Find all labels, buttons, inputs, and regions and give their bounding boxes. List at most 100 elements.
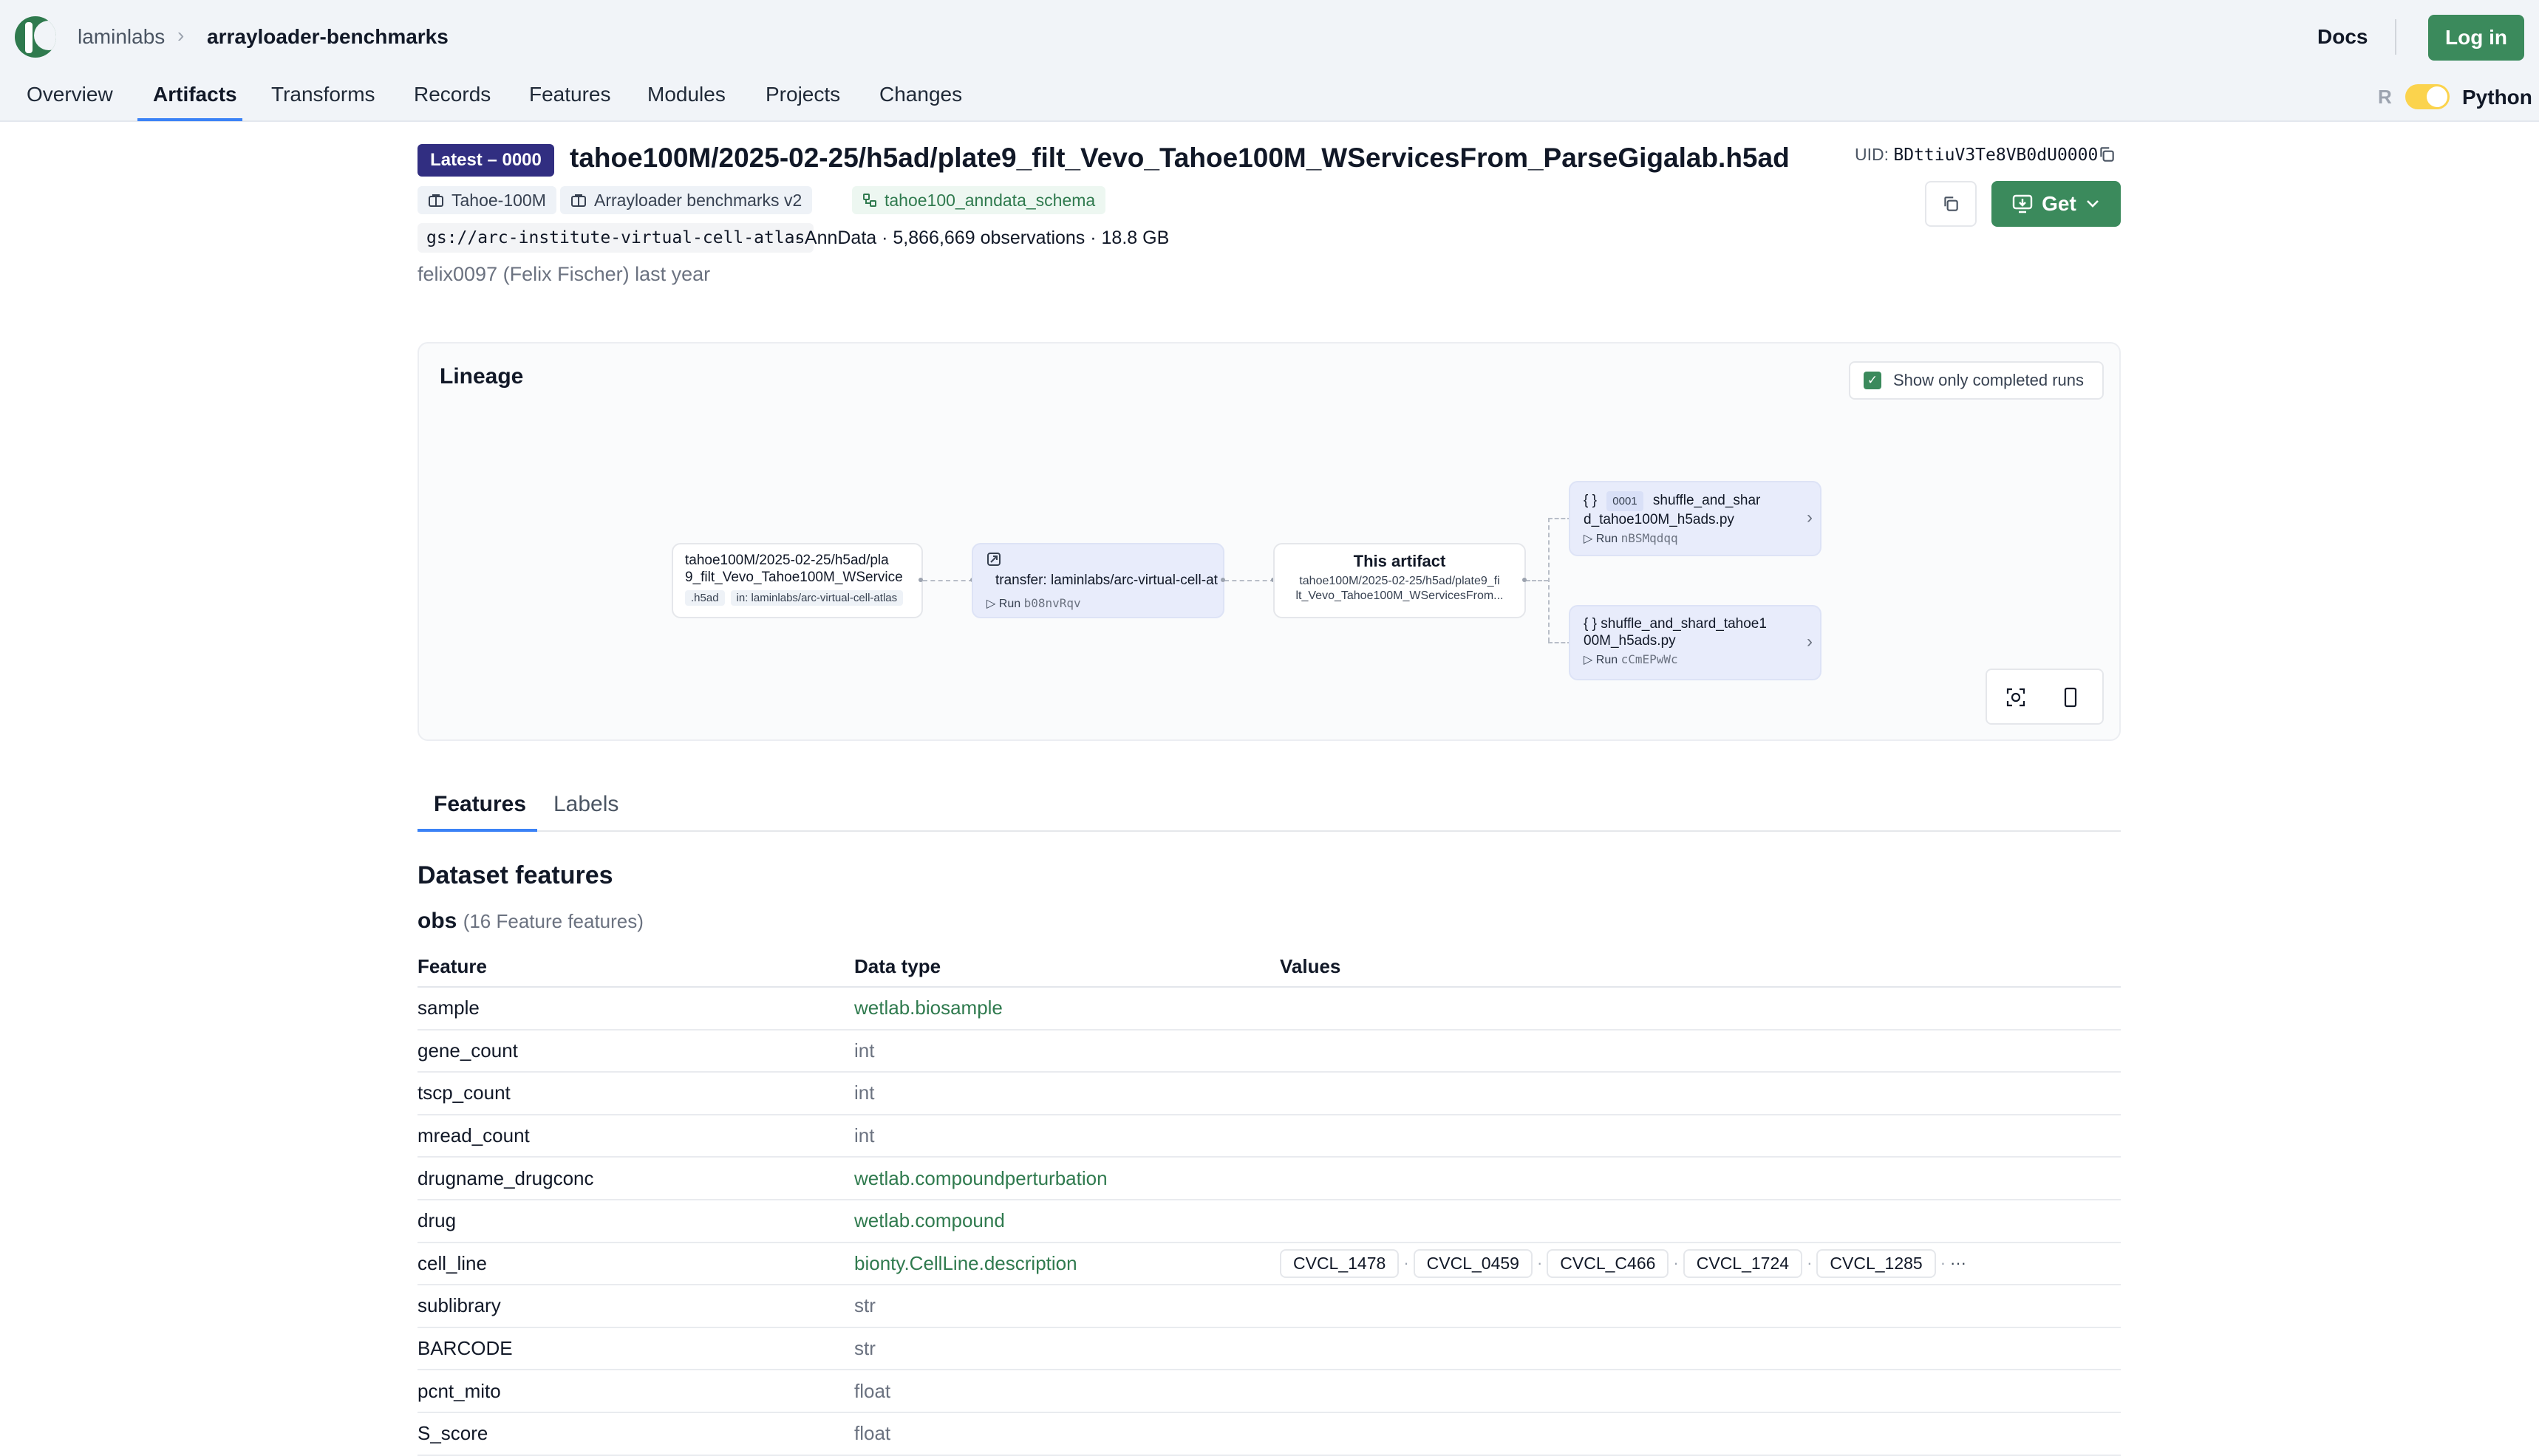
feature-name[interactable]: drug	[418, 1200, 456, 1242]
nav-changes[interactable]: Changes	[879, 83, 962, 106]
nav-transforms[interactable]: Transforms	[271, 83, 375, 106]
feature-name[interactable]: cell_line	[418, 1243, 487, 1285]
chevron-right-icon[interactable]: ›	[1807, 632, 1813, 652]
lineage-title: Lineage	[440, 364, 524, 389]
get-button[interactable]: Get	[1991, 181, 2121, 227]
nav-artifacts[interactable]: Artifacts	[153, 83, 237, 106]
nav-records[interactable]: Records	[414, 83, 491, 106]
column-header-dtype[interactable]: Data type	[854, 947, 941, 986]
storage-path[interactable]: gs://arc-institute-virtual-cell-atlas	[418, 223, 814, 253]
feature-dtype: int	[854, 1081, 875, 1104]
run-id: cCmEPwWc	[1620, 652, 1678, 666]
edge-dot	[1221, 578, 1225, 582]
table-row[interactable]: drug wetlab.compound	[418, 1200, 2121, 1243]
breadcrumb-org[interactable]: laminlabs	[78, 25, 165, 49]
feature-dtype: str	[854, 1337, 876, 1360]
transfer-label: transfer: laminlabs/arc-virtual-cell-at	[995, 573, 1218, 588]
feature-dtype: int	[854, 1124, 875, 1147]
feature-dtype[interactable]: wetlab.biosample	[854, 988, 1003, 1029]
feature-dtype: int	[854, 1039, 875, 1062]
lineage-node-this-artifact[interactable]: This artifact tahoe100M/2025-02-25/h5ad/…	[1273, 543, 1526, 618]
breadcrumb-repo[interactable]: arrayloader-benchmarks	[207, 25, 449, 49]
table-row[interactable]: pcnt_mito float	[418, 1370, 2121, 1413]
breadcrumb-chevron-icon: ›	[177, 24, 185, 47]
value-chip[interactable]: CVCL_C466	[1547, 1248, 1669, 1278]
nav-projects[interactable]: Projects	[766, 83, 840, 106]
feature-name[interactable]: sample	[418, 988, 480, 1029]
feature-dtype[interactable]: wetlab.compoundperturbation	[854, 1158, 1108, 1199]
feature-name[interactable]: S_score	[418, 1413, 488, 1455]
feature-values: CVCL_1478 · CVCL_0459 · CVCL_C466 · CVCL_1724 ·…	[1280, 1243, 1966, 1285]
table-row[interactable]: sublibrary str	[418, 1285, 2121, 1328]
features-table: Feature Data type Values sample wetlab.bi…	[418, 947, 2121, 1456]
table-row[interactable]: BARCODE str	[418, 1328, 2121, 1371]
value-chip[interactable]: CVCL_1478	[1280, 1248, 1400, 1278]
feature-name[interactable]: pcnt_mito	[418, 1370, 501, 1412]
version-badge[interactable]: Latest – 0000	[418, 144, 554, 177]
node-line: { } 0001 shuffle_and_shar	[1584, 491, 1807, 511]
column-header-feature[interactable]: Feature	[418, 947, 487, 986]
slot-note: (16 Feature features)	[463, 910, 644, 932]
table-row[interactable]: cell_line bionty.CellLine.description CVCL…	[418, 1243, 2121, 1286]
checkbox-checked-icon[interactable]: ✓	[1864, 372, 1881, 389]
tag-schema[interactable]: tahoe100_anndata_schema	[852, 186, 1106, 214]
value-chip[interactable]: CVCL_1285	[1816, 1248, 1936, 1278]
layout-toggle-icon[interactable]	[2058, 685, 2083, 710]
table-row[interactable]: tscp_count int	[418, 1073, 2121, 1115]
value-chip[interactable]: CVCL_0459	[1413, 1248, 1533, 1278]
copy-uid-icon[interactable]	[2097, 145, 2116, 164]
feature-name[interactable]: drugname_drugconc	[418, 1158, 594, 1199]
tag-label: tahoe100_anndata_schema	[885, 190, 1096, 210]
nav-modules[interactable]: Modules	[647, 83, 726, 106]
copy-button[interactable]	[1925, 181, 1977, 227]
language-toggle[interactable]	[2405, 84, 2450, 109]
language-python-label[interactable]: Python	[2462, 86, 2532, 109]
play-icon: ▷	[1584, 533, 1593, 545]
play-icon: ▷	[986, 598, 996, 610]
chevron-right-icon[interactable]: ›	[1807, 507, 1813, 528]
lineage-controls	[1986, 669, 2104, 725]
lineage-edge	[1526, 580, 1548, 581]
feature-dtype[interactable]: bionty.CellLine.description	[854, 1243, 1077, 1285]
feature-name[interactable]: BARCODE	[418, 1328, 513, 1370]
tag-project-tahoe[interactable]: Tahoe-100M	[418, 186, 556, 214]
lineage-node-input-artifact[interactable]: tahoe100M/2025-02-25/h5ad/pla 9_filt_Vev…	[672, 543, 923, 618]
table-row[interactable]: sample wetlab.biosample	[418, 988, 2121, 1031]
table-row[interactable]: gene_count int	[418, 1031, 2121, 1073]
language-r-label[interactable]: R	[2378, 86, 2392, 109]
project-icon	[571, 194, 586, 207]
run-label: Run	[1595, 533, 1618, 545]
tag-label: Tahoe-100M	[451, 190, 546, 210]
tab-features[interactable]: Features	[434, 792, 526, 817]
artifact-author[interactable]: felix0097 (Felix Fischer) last year	[418, 263, 710, 286]
fit-view-icon[interactable]	[2003, 685, 2028, 710]
feature-dtype[interactable]: wetlab.compound	[854, 1200, 1005, 1242]
docs-link[interactable]: Docs	[2317, 25, 2368, 49]
lineage-node-output-1[interactable]: { } 0001 shuffle_and_shar d_tahoe100M_h5…	[1569, 481, 1821, 556]
feature-name[interactable]: mread_count	[418, 1115, 530, 1157]
table-row[interactable]: S_score float	[418, 1413, 2121, 1456]
tab-labels[interactable]: Labels	[553, 792, 618, 817]
tag-label: Arrayloader benchmarks v2	[594, 190, 802, 210]
more-values-icon[interactable]: ···	[1950, 1254, 1966, 1273]
lineage-node-output-2[interactable]: { } shuffle_and_shard_tahoe1 00M_h5ads.p…	[1569, 605, 1821, 680]
value-chip[interactable]: CVCL_1724	[1683, 1248, 1803, 1278]
table-row[interactable]: drugname_drugconc wetlab.compoundperturba…	[418, 1158, 2121, 1200]
feature-name[interactable]: sublibrary	[418, 1285, 501, 1327]
login-button[interactable]: Log in	[2428, 15, 2524, 61]
feature-name[interactable]: gene_count	[418, 1031, 518, 1072]
column-header-values[interactable]: Values	[1280, 947, 1340, 986]
run-line: ▷ Run nBSMqdqq	[1584, 531, 1807, 546]
table-row[interactable]: mread_count int	[418, 1115, 2121, 1158]
nav-features[interactable]: Features	[529, 83, 611, 106]
nav-overview[interactable]: Overview	[27, 83, 113, 106]
completed-runs-toggle[interactable]: ✓ Show only completed runs	[1849, 361, 2104, 400]
lineage-node-transfer-run[interactable]: transfer: laminlabs/arc-virtual-cell-at …	[972, 543, 1224, 618]
chevron-down-icon	[2086, 200, 2099, 208]
value-separator: ·	[1940, 1254, 1946, 1273]
tag-project-arrayloader[interactable]: Arrayloader benchmarks v2	[560, 186, 813, 214]
feature-name[interactable]: tscp_count	[418, 1073, 511, 1114]
run-line: ▷ Run cCmEPwWc	[1584, 652, 1807, 667]
script-name: shuffle_and_shar	[1652, 493, 1761, 508]
lamin-logo-icon[interactable]	[15, 16, 56, 58]
